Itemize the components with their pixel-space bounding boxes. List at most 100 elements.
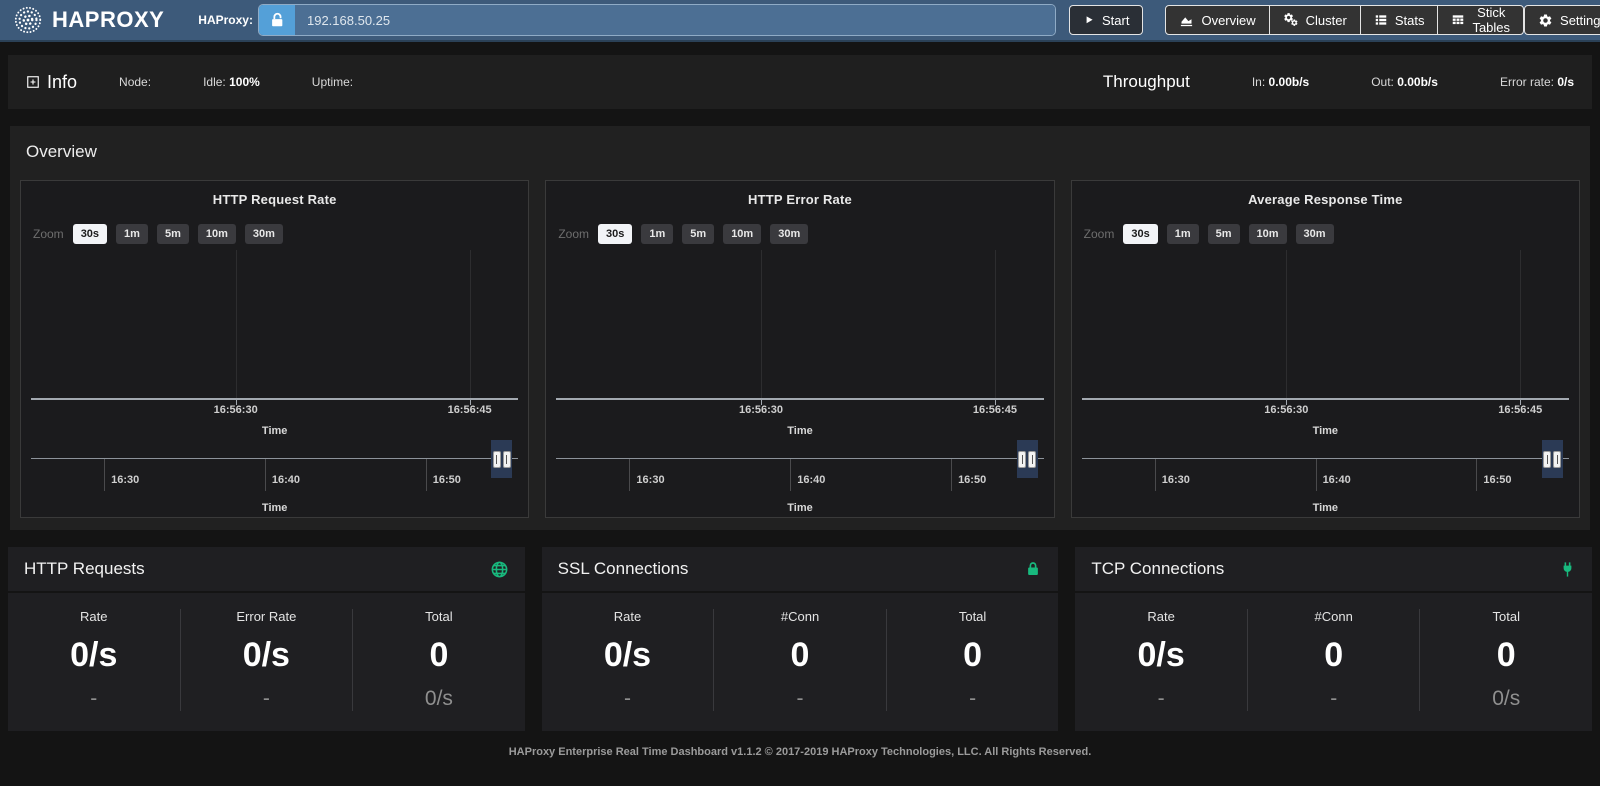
navigator-handle[interactable] — [1017, 440, 1038, 478]
navigator-handle[interactable] — [491, 440, 512, 478]
zoom-10m-button[interactable]: 10m — [723, 224, 761, 244]
tab-stats[interactable]: Stats — [1360, 5, 1439, 35]
stat-col-total: Total 0 0/s — [1420, 609, 1592, 711]
navigator-tick — [1476, 459, 1477, 491]
zoom-controls: Zoom 30s 1m 5m 10m 30m — [33, 224, 520, 244]
navigator-tick — [426, 459, 427, 491]
stat-col-total: Total 0 - — [887, 609, 1059, 711]
list-icon — [1374, 13, 1388, 27]
navigator-handle[interactable] — [1542, 440, 1563, 478]
http-requests-card: HTTP Requests Rate 0/s - Error Rate 0/s … — [8, 547, 525, 731]
zoom-controls: Zoom 30s 1m 5m 10m 30m — [1084, 224, 1571, 244]
settings-button[interactable]: Settings — [1524, 5, 1600, 35]
zoom-30m-button[interactable]: 30m — [1296, 224, 1334, 244]
x-axis-labels: 16:56:30 16:56:45 — [556, 404, 1043, 422]
zoom-10m-button[interactable]: 10m — [198, 224, 236, 244]
zoom-1m-button[interactable]: 1m — [641, 224, 673, 244]
card-header: HTTP Requests — [8, 547, 525, 593]
gridline — [1286, 250, 1287, 398]
zoom-1m-button[interactable]: 1m — [116, 224, 148, 244]
navigator-axis-title: Time — [31, 502, 518, 514]
gridline — [470, 250, 471, 398]
play-icon — [1083, 14, 1095, 26]
chart-title: HTTP Request Rate — [29, 192, 520, 207]
throughput-out: Out: 0.00b/s — [1371, 75, 1438, 89]
throughput-section: Throughput In: 0.00b/s Out: 0.00b/s Erro… — [1103, 72, 1574, 92]
zoom-controls: Zoom 30s 1m 5m 10m 30m — [558, 224, 1045, 244]
chart-title: Average Response Time — [1080, 192, 1571, 207]
navigator-grip-right[interactable] — [1028, 451, 1036, 468]
start-button[interactable]: Start — [1069, 5, 1143, 35]
overview-title: Overview — [20, 140, 1580, 180]
navigator-tick — [265, 459, 266, 491]
ssl-connections-card: SSL Connections Rate 0/s - #Conn 0 - Tot… — [542, 547, 1059, 731]
zoom-30m-button[interactable]: 30m — [770, 224, 808, 244]
unlock-icon — [259, 5, 295, 35]
info-bar: Info Node: Idle: 100% Uptime: Throughput… — [8, 55, 1592, 109]
plot-area[interactable] — [556, 250, 1043, 400]
card-title: SSL Connections — [558, 559, 689, 579]
zoom-10m-button[interactable]: 10m — [1249, 224, 1287, 244]
brand-title: HAPROXY — [52, 7, 164, 33]
stat-col-rate: Rate 0/s - — [542, 609, 715, 711]
plug-icon — [1559, 561, 1576, 578]
host-label: HAProxy: — [198, 13, 253, 27]
throughput-title: Throughput — [1103, 72, 1190, 92]
overview-panel: Overview HTTP Request Rate Zoom 30s 1m 5… — [10, 126, 1590, 530]
node-field: Node: — [119, 75, 151, 89]
plot-area[interactable] — [31, 250, 518, 400]
gridline — [995, 250, 996, 398]
info-title: Info — [47, 72, 77, 93]
footer-copyright: HAProxy Enterprise Real Time Dashboard v… — [0, 746, 1600, 758]
zoom-5m-button[interactable]: 5m — [157, 224, 189, 244]
globe-icon — [490, 560, 509, 579]
navigator-axis-title: Time — [1082, 502, 1569, 514]
chart-navigator[interactable]: 16:30 16:40 16:50 Time — [31, 458, 518, 514]
tab-overview[interactable]: Overview — [1165, 5, 1269, 35]
tab-stick-tables[interactable]: Stick Tables — [1437, 5, 1524, 35]
x-axis-labels: 16:56:30 16:56:45 — [1082, 404, 1569, 422]
gridline — [761, 250, 762, 398]
zoom-label: Zoom — [558, 227, 589, 241]
area-chart-icon — [1179, 13, 1194, 28]
top-navbar: HAPROXY HAProxy: Start Overview — [0, 0, 1600, 42]
chart-http-request-rate: HTTP Request Rate Zoom 30s 1m 5m 10m 30m… — [20, 180, 529, 518]
x-axis-labels: 16:56:30 16:56:45 — [31, 404, 518, 422]
navigator-grip-right[interactable] — [503, 451, 511, 468]
navigator-grip-left[interactable] — [493, 451, 501, 468]
info-toggle[interactable]: Info — [26, 72, 77, 93]
chart-navigator[interactable]: 16:30 16:40 16:50 Time — [1082, 458, 1569, 514]
cogs-icon — [1283, 12, 1299, 28]
x-axis-title: Time — [1080, 425, 1571, 437]
zoom-30s-button[interactable]: 30s — [1123, 224, 1157, 244]
idle-field: Idle: 100% — [203, 75, 260, 89]
nav-tabs: Overview Cluster Stats — [1165, 5, 1524, 35]
navigator-tick — [1155, 459, 1156, 491]
throughput-error-rate: Error rate: 0/s — [1500, 75, 1574, 89]
card-title: TCP Connections — [1091, 559, 1224, 579]
uptime-field: Uptime: — [312, 75, 353, 89]
navigator-tick — [104, 459, 105, 491]
host-input[interactable] — [295, 5, 1055, 35]
stat-col-conn: #Conn 0 - — [714, 609, 887, 711]
card-body: Rate 0/s - #Conn 0 - Total 0 - — [542, 593, 1059, 731]
zoom-30s-button[interactable]: 30s — [598, 224, 632, 244]
zoom-label: Zoom — [33, 227, 64, 241]
zoom-5m-button[interactable]: 5m — [1208, 224, 1240, 244]
zoom-5m-button[interactable]: 5m — [682, 224, 714, 244]
haproxy-logo-icon — [12, 4, 44, 36]
navigator-grip-left[interactable] — [1018, 451, 1026, 468]
navigator-tick — [629, 459, 630, 491]
navigator-grip-left[interactable] — [1543, 451, 1551, 468]
table-icon — [1451, 13, 1465, 27]
navigator-grip-right[interactable] — [1553, 451, 1561, 468]
card-header: SSL Connections — [542, 547, 1059, 593]
zoom-30s-button[interactable]: 30s — [73, 224, 107, 244]
chart-navigator[interactable]: 16:30 16:40 16:50 Time — [556, 458, 1043, 514]
plot-area[interactable] — [1082, 250, 1569, 400]
gear-icon — [1538, 13, 1553, 28]
zoom-1m-button[interactable]: 1m — [1167, 224, 1199, 244]
tab-cluster[interactable]: Cluster — [1269, 5, 1361, 35]
zoom-30m-button[interactable]: 30m — [245, 224, 283, 244]
stat-col-rate: Rate 0/s - — [8, 609, 181, 711]
